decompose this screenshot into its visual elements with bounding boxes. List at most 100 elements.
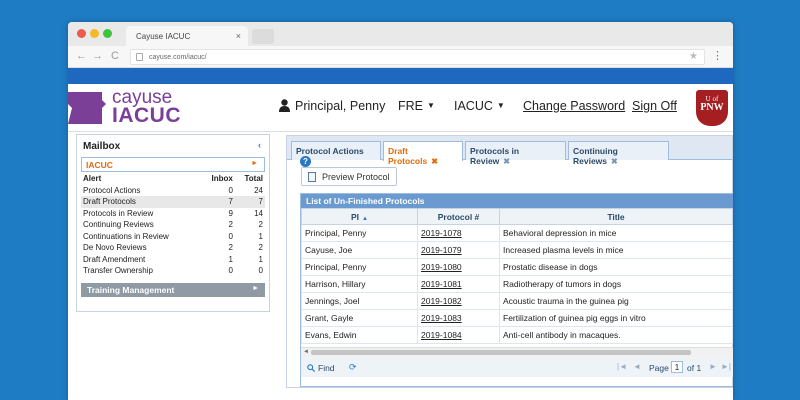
column-header-pi[interactable]: PI ▲ [301, 208, 418, 225]
close-tab-icon[interactable]: ✖ [611, 157, 618, 166]
collapse-icon[interactable]: ‹ [258, 140, 261, 150]
column-header-inbox: Inbox [211, 174, 233, 184]
mailbox-row[interactable]: Continuations in Review 0 1 [81, 231, 265, 243]
address-bar[interactable]: cayuse.com/iacuc/ ★ [130, 49, 705, 65]
total-count: 2 [258, 220, 263, 230]
total-count: 24 [254, 185, 263, 195]
title-cell: Increased plasma levels in mice [499, 241, 733, 259]
mailbox-section-label: IACUC [86, 160, 113, 170]
mailbox-row[interactable]: Protocol Actions 0 24 [81, 185, 265, 197]
inbox-count: 2 [228, 243, 233, 253]
training-management-section[interactable]: Training Management ► [81, 283, 265, 297]
first-page-icon[interactable]: |◄ [617, 362, 627, 371]
language-label: FRE [398, 99, 423, 113]
tab-protocol-actions[interactable]: Protocol Actions? [291, 141, 381, 167]
protocol-link[interactable]: 2019-1081 [417, 275, 500, 293]
table-row[interactable]: Harrison, Hillary 2019-1081 Radiotherapy o… [301, 275, 733, 293]
page-icon [136, 53, 143, 61]
protocol-link[interactable]: 2019-1078 [417, 224, 500, 242]
protocol-link[interactable]: 2019-1083 [417, 309, 500, 327]
alert-label: Draft Amendment [83, 254, 146, 264]
maximize-window-dot[interactable] [103, 29, 112, 38]
browser-toolbar: ← → C cayuse.com/iacuc/ ★ ⋮ [68, 46, 733, 68]
mailbox-row[interactable]: De Novo Reviews 2 2 [81, 242, 265, 254]
alert-label: Protocols in Review [83, 208, 154, 218]
close-tab-icon[interactable]: ✖ [431, 157, 438, 166]
module-dropdown[interactable]: IACUC ▼ [454, 99, 505, 113]
pi-cell: Principal, Penny [301, 258, 418, 276]
forward-icon[interactable]: → [92, 50, 103, 62]
column-header-title[interactable]: Title [499, 208, 733, 225]
find-button[interactable]: Find [307, 363, 335, 373]
sign-off-link[interactable]: Sign Off [632, 99, 677, 113]
horizontal-scrollbar[interactable]: ◄ [301, 347, 733, 357]
arrow-right-icon: ► [251, 160, 258, 167]
change-password-link[interactable]: Change Password [523, 99, 625, 113]
inbox-count: 1 [228, 254, 233, 264]
protocol-panel: Protocol Actions? Draft Protocols ✖ Proto… [286, 135, 733, 388]
protocol-link[interactable]: 2019-1082 [417, 292, 500, 310]
mailbox-row[interactable]: Transfer Ownership 0 0 [81, 265, 265, 277]
module-label: IACUC [454, 99, 493, 113]
reload-icon[interactable]: C [111, 50, 119, 62]
column-header-alert: Alert [83, 174, 102, 184]
document-icon [308, 172, 316, 182]
tab-label: Protocol Actions [296, 146, 364, 156]
column-header-protocol[interactable]: Protocol # [417, 208, 500, 225]
university-crest-logo: U of PNW [696, 90, 728, 126]
last-page-icon[interactable]: ►| [721, 362, 731, 371]
inbox-count: 9 [228, 208, 233, 218]
app-header: cayuse IACUC Principal, Penny FRE ▼ IACUC… [68, 84, 733, 132]
preview-protocol-button[interactable]: Preview Protocol [301, 167, 397, 186]
find-label: Find [318, 363, 335, 373]
tab-continuing-reviews[interactable]: Continuing Reviews ✖ [568, 141, 669, 166]
close-tab-icon[interactable]: ✖ [503, 157, 510, 166]
table-row[interactable]: Jennings, Joel 2019-1082 Acoustic trauma i… [301, 292, 733, 310]
user-menu[interactable]: Principal, Penny [279, 99, 385, 113]
protocol-link[interactable]: 2019-1079 [417, 241, 500, 259]
browser-tab[interactable]: Cayuse IACUC × [126, 26, 248, 46]
table-row[interactable]: Evans, Edwin 2019-1084 Anti-cell antibody … [301, 326, 733, 344]
table-row[interactable]: Grant, Gayle 2019-1083 Fertilization of gu… [301, 309, 733, 327]
bookmark-star-icon[interactable]: ★ [689, 51, 698, 62]
scroll-left-icon[interactable]: ◄ [303, 349, 309, 355]
mailbox-row[interactable]: Draft Amendment 1 1 [81, 254, 265, 266]
alert-label: Draft Protocols [81, 196, 202, 208]
inbox-count: 2 [228, 220, 233, 230]
grid-pager: Find ⟳ |◄ ◄ Page 1 of 1 ► ►| [301, 357, 733, 377]
previous-page-icon[interactable]: ◄ [633, 362, 641, 371]
scrollbar-thumb[interactable] [311, 350, 691, 355]
table-row[interactable]: Principal, Penny 2019-1078 Behavioral depr… [301, 224, 733, 242]
table-row[interactable]: Principal, Penny 2019-1080 Prostatic disea… [301, 258, 733, 276]
mailbox-table: Alert Inbox Total Protocol Actions 0 24 Dr… [81, 173, 265, 277]
language-dropdown[interactable]: FRE ▼ [398, 99, 435, 113]
mailbox-section-iacuc[interactable]: IACUC ► [81, 157, 265, 172]
page-label: Page [649, 363, 669, 373]
minimize-window-dot[interactable] [90, 29, 99, 38]
alert-label: De Novo Reviews [83, 243, 147, 253]
mailbox-row[interactable]: Draft Protocols 7 7 [81, 196, 265, 208]
tab-draft-protocols[interactable]: Draft Protocols ✖ [383, 141, 463, 166]
search-icon [307, 364, 316, 373]
mailbox-row[interactable]: Continuing Reviews 2 2 [81, 219, 265, 231]
table-row[interactable]: Cayuse, Joe 2019-1079 Increased plasma lev… [301, 241, 733, 259]
next-page-icon[interactable]: ► [709, 362, 717, 371]
protocol-link[interactable]: 2019-1084 [417, 326, 500, 344]
cayuse-logo-mark [68, 92, 106, 129]
page-number-input[interactable]: 1 [671, 361, 683, 373]
sort-ascending-icon: ▲ [362, 215, 368, 222]
new-tab-button[interactable] [252, 29, 274, 44]
close-window-dot[interactable] [77, 29, 86, 38]
refresh-icon[interactable]: ⟳ [349, 362, 357, 373]
back-icon[interactable]: ← [76, 50, 87, 62]
browser-menu-icon[interactable]: ⋮ [712, 49, 723, 62]
mailbox-row[interactable]: Protocols in Review 9 14 [81, 208, 265, 220]
url-text: cayuse.com/iacuc/ [149, 54, 207, 61]
user-icon [279, 99, 290, 112]
tab-close-icon[interactable]: × [236, 31, 241, 41]
protocol-link[interactable]: 2019-1080 [417, 258, 500, 276]
help-icon[interactable]: ? [300, 156, 311, 167]
tab-protocols-in-review[interactable]: Protocols in Review ✖ [465, 141, 566, 166]
protocols-table: PI ▲ Protocol # Title Principal, Penny 201… [301, 208, 733, 344]
title-cell: Acoustic trauma in the guinea pig [499, 292, 733, 310]
